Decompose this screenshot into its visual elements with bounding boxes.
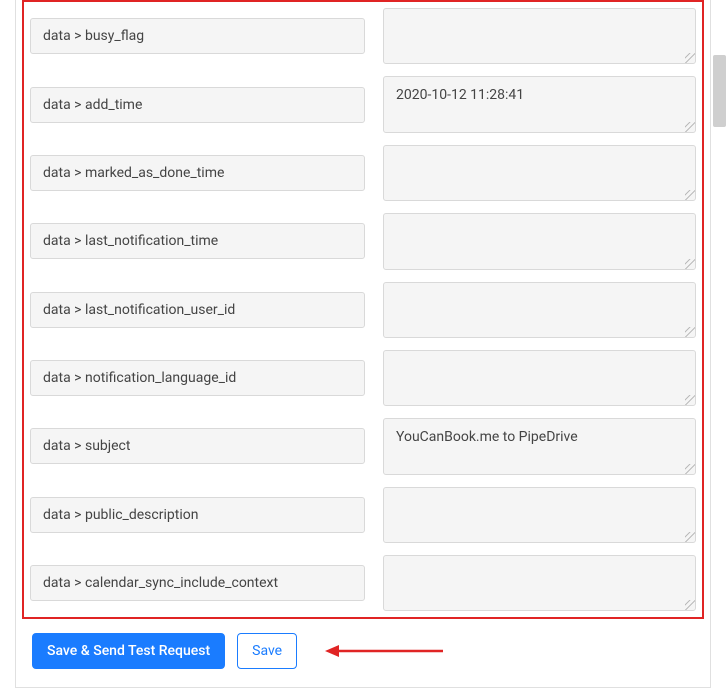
field-row <box>24 412 702 480</box>
field-value-input[interactable] <box>383 8 696 64</box>
field-label <box>30 155 365 191</box>
button-bar: Save & Send Test Request Save <box>32 633 710 669</box>
field-value-input[interactable] <box>383 487 696 543</box>
field-label <box>30 565 365 601</box>
field-label <box>30 428 365 464</box>
save-button[interactable]: Save <box>237 633 297 669</box>
field-value-input[interactable] <box>383 350 696 406</box>
field-value-input[interactable] <box>383 282 696 338</box>
arrow-annotation <box>325 643 445 659</box>
field-row <box>24 344 702 412</box>
field-row <box>24 139 702 207</box>
field-row <box>24 207 702 275</box>
scrollbar-thumb[interactable] <box>713 55 726 127</box>
save-send-test-button[interactable]: Save & Send Test Request <box>32 633 225 669</box>
form-panel: Save & Send Test Request Save <box>15 0 711 688</box>
field-label <box>30 223 365 259</box>
field-value-input[interactable] <box>383 213 696 269</box>
field-row <box>24 276 702 344</box>
field-label <box>30 18 365 54</box>
field-value-input[interactable] <box>383 555 696 611</box>
field-row <box>24 481 702 549</box>
field-label <box>30 87 365 123</box>
field-value-input[interactable] <box>383 418 696 474</box>
field-value-input[interactable] <box>383 145 696 201</box>
field-value-input[interactable] <box>383 76 696 132</box>
highlight-annotation <box>22 0 704 619</box>
field-label <box>30 497 365 533</box>
field-row <box>24 549 702 617</box>
field-row <box>24 70 702 138</box>
field-label <box>30 360 365 396</box>
field-row <box>24 2 702 70</box>
field-label <box>30 292 365 328</box>
